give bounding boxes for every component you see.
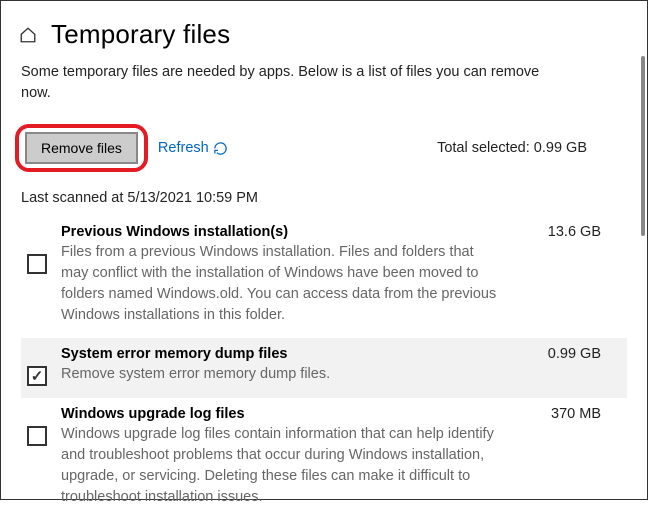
file-header: Windows upgrade log files 370 MB (61, 406, 615, 422)
file-size: 370 MB (551, 406, 615, 422)
file-description: Windows upgrade log files contain inform… (61, 424, 501, 508)
last-scanned-label: Last scanned at 5/13/2021 10:59 PM (1, 178, 647, 216)
page-header: Temporary files (1, 1, 647, 56)
file-item-upgrade-logs[interactable]: Windows upgrade log files 370 MB Windows… (21, 398, 627, 520)
file-header: System error memory dump files 0.99 GB (61, 346, 615, 362)
file-size: 0.99 GB (548, 346, 615, 362)
remove-files-button[interactable]: Remove files (25, 132, 138, 164)
actions-row: Remove files Refresh Total selected: 0.9… (1, 104, 647, 178)
file-name: Previous Windows installation(s) (61, 224, 288, 240)
file-name: Windows upgrade log files (61, 406, 245, 422)
home-icon[interactable] (19, 26, 37, 44)
refresh-icon (213, 141, 228, 156)
checkbox-upgrade-logs[interactable] (27, 426, 47, 446)
refresh-link[interactable]: Refresh (158, 140, 228, 156)
file-header: Previous Windows installation(s) 13.6 GB (61, 224, 615, 240)
file-description: Remove system error memory dump files. (61, 364, 501, 385)
file-item-previous-windows[interactable]: Previous Windows installation(s) 13.6 GB… (21, 216, 627, 338)
file-size: 13.6 GB (548, 224, 615, 240)
file-content: Previous Windows installation(s) 13.6 GB… (61, 224, 615, 326)
file-list: Previous Windows installation(s) 13.6 GB… (1, 216, 647, 520)
file-item-memory-dump[interactable]: System error memory dump files 0.99 GB R… (21, 338, 627, 398)
checkbox-memory-dump[interactable] (27, 366, 47, 386)
highlight-annotation: Remove files (15, 124, 148, 172)
checkbox-previous-windows[interactable] (27, 254, 47, 274)
scrollbar[interactable] (641, 56, 645, 236)
page-title: Temporary files (51, 19, 230, 50)
page-description: Some temporary files are needed by apps.… (1, 56, 561, 104)
file-content: System error memory dump files 0.99 GB R… (61, 346, 615, 385)
total-selected-label: Total selected: 0.99 GB (437, 140, 627, 156)
refresh-label: Refresh (158, 140, 209, 156)
file-description: Files from a previous Windows installati… (61, 242, 501, 326)
file-content: Windows upgrade log files 370 MB Windows… (61, 406, 615, 508)
file-name: System error memory dump files (61, 346, 287, 362)
